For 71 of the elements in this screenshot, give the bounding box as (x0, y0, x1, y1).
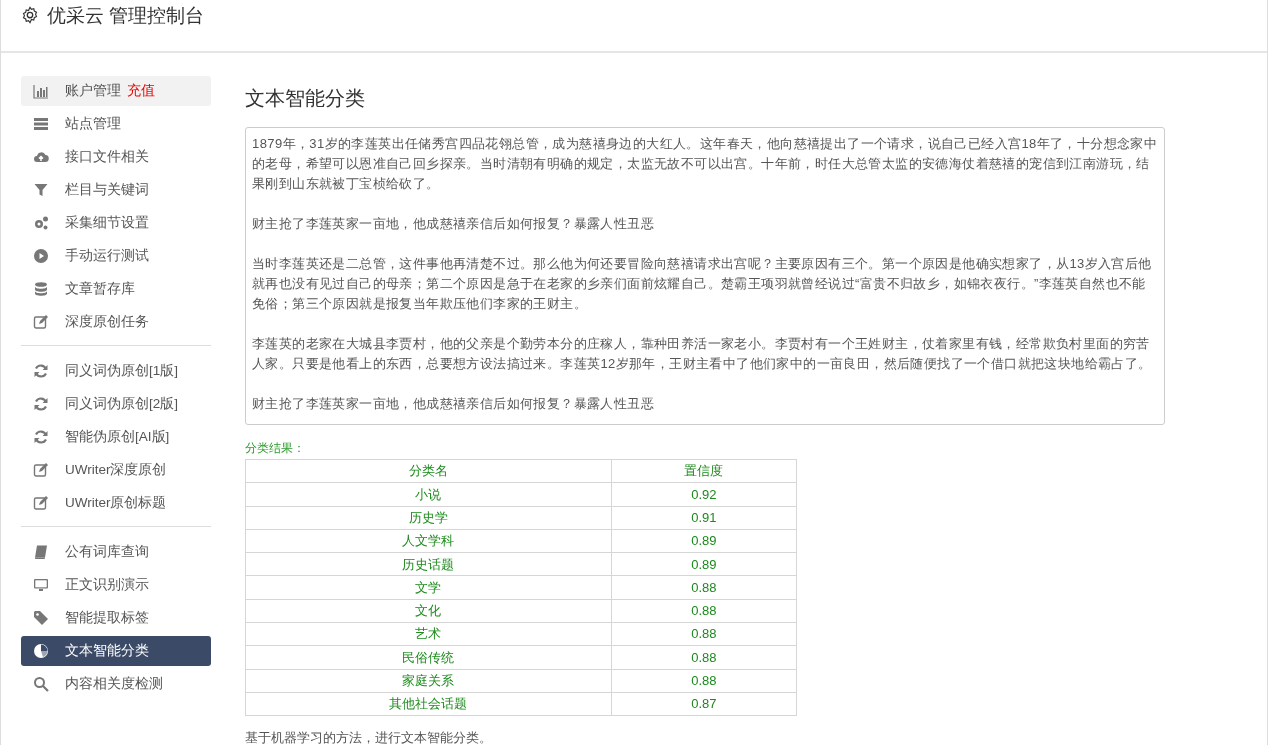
table-cell: 文化 (245, 599, 612, 623)
monitor-icon (33, 577, 49, 593)
table-cell: 小说 (245, 482, 612, 507)
sidebar-item[interactable]: 公有词库查询 (21, 537, 211, 567)
table-cell: 0.88 (611, 622, 797, 646)
table-cell: 历史学 (245, 506, 612, 530)
table-cell: 0.87 (611, 692, 797, 716)
search-icon (33, 676, 49, 692)
sidebar-item[interactable]: 智能提取标签 (21, 603, 211, 633)
table-cell: 艺术 (245, 622, 612, 646)
table-cell: 0.91 (611, 506, 797, 530)
table-cell: 0.88 (611, 576, 797, 600)
gears-icon (33, 215, 49, 231)
settings-icon (21, 6, 39, 24)
sidebar-item[interactable]: 采集细节设置 (21, 208, 211, 238)
table-cell: 历史话题 (245, 552, 612, 576)
filter-icon (33, 182, 49, 198)
paragraph: 当时李莲英还是二总管，这件事他再清楚不过。那么他为何还要冒险向慈禧请求出宫呢？主要原因有三个。第一个原因是他确实想家了，从13岁入宫后他就再也没有见过自己的母亲；第二个原因是急于在老家的乡亲们面前炫耀自己。楚霸王项羽就曾经说过“富贵不归故乡，如锦衣夜行。”李莲英自然也不能免俗；第三个原因就是报复当年欺压他们李家的王财主。 (252, 255, 1153, 313)
sidebar-item[interactable]: UWriter原创标题 (21, 488, 211, 518)
refresh-icon (33, 363, 49, 379)
sidebar-item[interactable]: 同义词伪原创[1版] (21, 356, 211, 386)
sidebar-item[interactable]: 正文识别演示 (21, 570, 211, 600)
book-icon (33, 544, 49, 560)
sidebar-item[interactable]: 栏目与关键词 (21, 175, 211, 205)
bar-chart-icon (33, 83, 49, 99)
sidebar-item[interactable]: 手动运行测试 (21, 241, 211, 271)
table-cell: 0.88 (611, 599, 797, 623)
table-cell: 其他社会话题 (245, 692, 612, 716)
edit-icon (33, 462, 49, 478)
pie-chart-icon (33, 643, 49, 659)
sidebar-item[interactable]: UWriter深度原创 (21, 455, 211, 485)
column-header: 置信度 (611, 459, 797, 483)
console-title: 优采云 管理控制台 (47, 4, 205, 28)
table-cell: 文学 (245, 576, 612, 600)
cloud-upload-icon (33, 149, 49, 165)
sidebar-item[interactable]: 文本智能分类 (21, 636, 211, 666)
tag-icon (33, 610, 49, 626)
table-cell: 家庭关系 (245, 669, 612, 693)
paragraph: 财主抢了李莲英家一亩地，他成慈禧亲信后如何报复？暴露人性丑恶 (252, 395, 655, 413)
database-icon (33, 281, 49, 297)
refresh-icon (33, 429, 49, 445)
page-title: 文本智能分类 (245, 86, 366, 111)
edit-icon (33, 314, 49, 330)
paragraph: 李莲英的老家在大城县李贾村，他的父亲是个勤劳本分的庄稼人，靠种田养活一家老小。李贾村有一个王姓财主，仗着家里有钱，经常欺负村里面的穷苦人家。只要是他看上的东西，总要想方设法搞过来。李莲英12岁那年，王财主看中了他们家中的一亩良田，然后随便找了一个借口就把这块地给霸占了。 (252, 335, 1153, 373)
table-cell: 0.92 (611, 482, 797, 507)
table-cell: 0.89 (611, 552, 797, 576)
refresh-icon (33, 396, 49, 412)
play-icon (33, 248, 49, 264)
table-cell: 民俗传统 (245, 645, 612, 670)
server-icon (33, 116, 49, 132)
table-cell: 0.88 (611, 669, 797, 693)
table-cell: 人文学科 (245, 529, 612, 553)
sidebar-item[interactable]: 内容相关度检测 (21, 669, 211, 699)
text-input-field[interactable] (245, 127, 1165, 425)
paragraph: 财主抢了李莲英家一亩地，他成慈禧亲信后如何报复？暴露人性丑恶 (252, 215, 655, 233)
recharge-link[interactable]: 充值 (127, 80, 155, 102)
sidebar-item[interactable]: 接口文件相关 (21, 142, 211, 172)
table-cell: 0.88 (611, 645, 797, 670)
table-cell: 0.89 (611, 529, 797, 553)
sidebar-item[interactable]: 智能伪原创[AI版] (21, 422, 211, 452)
edit-icon (33, 495, 49, 511)
menu-label: 账户管理 (65, 81, 121, 100)
result-label: 分类结果： (245, 440, 306, 457)
paragraph: 1879年，31岁的李莲英出任储秀宫四品花翎总管，成为慈禧身边的大红人。这年春天，他向慈禧提出了一个请求，说自己已经入宫18年了，十分想念家中的老母，希望可以恩准自己回乡探亲。当时清朝有明确的规定，太监无故不可以出宫。十年前，时任大总管太监的安德海仗着慈禧的宠信到江南游玩，结果刚到山东就被丁宝桢给砍了。 (252, 135, 1158, 193)
sidebar-item[interactable]: 深度原创任务 (21, 307, 211, 337)
sidebar-item[interactable]: 站点管理 (21, 109, 211, 139)
description-text: 基于机器学习的方法，进行文本智能分类。 (245, 729, 493, 745)
sidebar-item[interactable]: 同义词伪原创[2版] (21, 389, 211, 419)
column-header: 分类名 (245, 459, 612, 483)
sidebar-item[interactable]: 文章暂存库 (21, 274, 211, 304)
sidebar-item[interactable]: 账户管理 充值 (21, 76, 211, 106)
